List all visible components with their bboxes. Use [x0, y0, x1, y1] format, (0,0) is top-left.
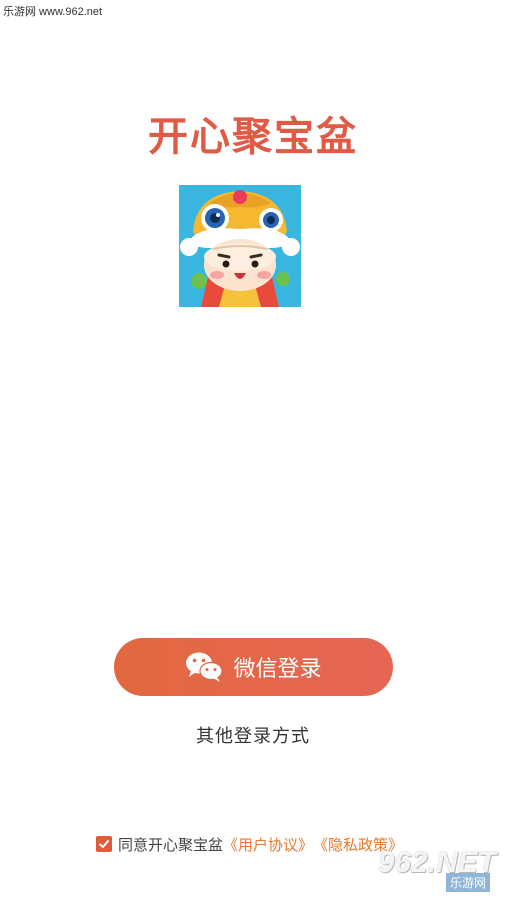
check-icon [99, 840, 109, 848]
wechat-login-label: 微信登录 [233, 657, 322, 682]
watermark-sub-text: 乐游网 [445, 873, 490, 892]
watermark-top: 乐游网 www.962.net [3, 6, 103, 18]
app-title: 开心聚宝盆 [148, 114, 358, 160]
lion-dance-mascot-icon [179, 185, 301, 307]
agreement-text: 同意开心聚宝盆 [118, 835, 224, 854]
other-login-methods-link[interactable]: 其他登录方式 [0, 722, 506, 748]
watermark-bottom: 962.NET 乐游网 [366, 846, 496, 892]
agree-checkbox[interactable] [96, 836, 112, 852]
user-agreement-link[interactable]: 《用户协议》 [223, 834, 313, 855]
wechat-login-button[interactable]: 微信登录 [114, 638, 393, 696]
agreement-row: 同意开心聚宝盆 《用户协议》 《隐私政策》 [96, 834, 403, 854]
app-logo [179, 185, 301, 307]
wechat-icon [186, 652, 224, 682]
